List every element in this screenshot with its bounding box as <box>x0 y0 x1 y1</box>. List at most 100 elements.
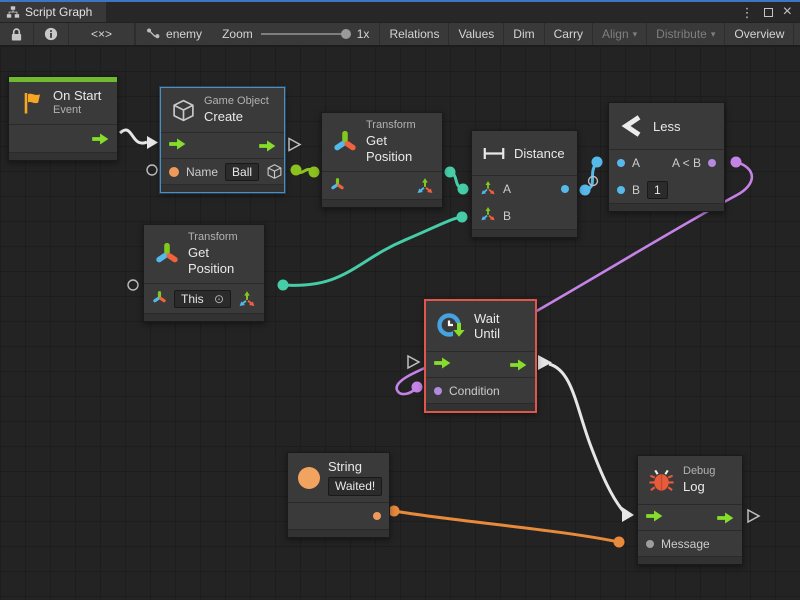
node-less[interactable]: Less A A < B B 1 <box>608 102 725 212</box>
align-dropdown[interactable]: Align▾ <box>592 23 646 45</box>
dim-button[interactable]: Dim <box>503 23 543 45</box>
string-value-field[interactable]: Waited! <box>328 477 382 496</box>
vector3-out-port[interactable] <box>416 177 434 195</box>
node-footer <box>426 403 535 411</box>
vector3-in-port-b[interactable] <box>480 206 496 225</box>
message-input-port[interactable] <box>646 540 654 548</box>
node-title: Create <box>204 109 269 125</box>
overview-button[interactable]: Overview <box>724 23 793 45</box>
zoom-label: Zoom <box>222 27 253 41</box>
lock-button[interactable] <box>0 23 34 45</box>
full-screen-button[interactable]: Full Screen <box>793 23 800 45</box>
graph-canvas[interactable]: On Start Event Game Object Create Name <box>0 46 800 600</box>
unconnected-flow-port[interactable] <box>289 139 300 151</box>
zoom-slider-handle[interactable] <box>341 29 351 39</box>
port-label: B <box>632 183 640 197</box>
tab-label: Script Graph <box>25 5 92 19</box>
lock-icon <box>10 27 23 42</box>
b-value-field[interactable]: 1 <box>647 181 668 199</box>
zoom-value: 1x <box>357 27 370 41</box>
cube-icon <box>171 98 196 123</box>
node-get-position-top[interactable]: Transform Get Position <box>321 112 443 208</box>
wire-string-to-message[interactable] <box>389 506 625 548</box>
node-subtitle: Event <box>53 104 101 118</box>
inspect-button[interactable] <box>34 23 69 45</box>
titlebar-spacer <box>106 2 732 22</box>
maximize-icon[interactable] <box>764 8 773 17</box>
result-out-port[interactable] <box>561 185 569 193</box>
name-field[interactable]: Ball <box>225 163 259 181</box>
tab-script-graph[interactable]: Script Graph <box>0 2 106 22</box>
node-debug-log[interactable]: Debug Log Message <box>637 455 743 565</box>
result-label: A < B <box>672 156 701 170</box>
flow-in-port[interactable] <box>646 510 663 525</box>
wire-getposition-to-distance-a[interactable] <box>445 167 469 195</box>
unconnected-value-port[interactable] <box>128 280 138 290</box>
transform-icon <box>154 241 180 267</box>
distance-icon <box>482 145 506 162</box>
node-string[interactable]: String Waited! <box>287 452 390 538</box>
flow-in-port[interactable] <box>434 357 451 372</box>
node-create[interactable]: Game Object Create Name Ball <box>160 87 285 193</box>
node-title: Get Position <box>188 245 254 278</box>
graph-name: enemy <box>166 27 202 41</box>
zoom-slider[interactable] <box>261 33 349 35</box>
flow-in-port[interactable] <box>169 138 186 153</box>
node-footer <box>161 184 284 192</box>
graph-breadcrumb[interactable]: enemy <box>136 23 212 45</box>
flow-arrow-icon <box>434 357 451 369</box>
transform-icon <box>330 177 345 192</box>
node-distance[interactable]: Distance A B <box>471 130 578 238</box>
node-footer <box>9 152 117 160</box>
wait-clock-icon <box>436 311 466 341</box>
carry-button[interactable]: Carry <box>544 23 592 45</box>
gameobject-out-port[interactable] <box>266 163 283 180</box>
wire-create-to-getposition[interactable] <box>291 165 320 178</box>
flow-out-port[interactable] <box>259 140 276 152</box>
node-footer <box>472 229 577 237</box>
flow-arrow-icon <box>259 140 276 152</box>
flow-arrow-icon <box>169 138 186 150</box>
flow-out-port[interactable] <box>510 359 527 371</box>
string-out-port[interactable] <box>373 512 381 520</box>
result-out-port[interactable] <box>708 159 716 167</box>
toolbar-buttons: Relations Values Dim Carry Align▾ Distri… <box>379 23 800 45</box>
wire-distance-to-less[interactable] <box>580 157 603 196</box>
b-input-port[interactable] <box>617 186 625 194</box>
unconnected-flow-port[interactable] <box>748 510 759 522</box>
distribute-dropdown[interactable]: Distribute▾ <box>646 23 724 45</box>
target-field[interactable]: This ⊙ <box>174 290 231 308</box>
name-input-port[interactable] <box>169 167 179 177</box>
vector3-icon <box>480 206 496 222</box>
code-preview-button[interactable]: <×> <box>69 23 135 45</box>
flow-out-port[interactable] <box>717 512 734 524</box>
port-label: Name <box>186 165 218 179</box>
port-label: Condition <box>449 384 500 398</box>
node-title: String <box>328 459 382 475</box>
wire-onstart-to-create[interactable] <box>120 130 158 149</box>
values-button[interactable]: Values <box>448 23 503 45</box>
unconnected-value-port[interactable] <box>147 165 157 175</box>
wire-waituntil-to-log[interactable] <box>538 355 634 522</box>
object-picker-icon[interactable]: ⊙ <box>214 292 224 306</box>
chevron-down-icon: ▾ <box>711 29 716 40</box>
node-category: Transform <box>366 119 432 133</box>
flow-out-port[interactable] <box>92 133 109 145</box>
transform-in-port[interactable] <box>152 290 167 308</box>
wire-getposition-to-distance-b[interactable] <box>278 212 468 291</box>
node-wait-until[interactable]: Wait Until Condition <box>424 299 537 413</box>
close-icon[interactable]: × <box>783 4 792 20</box>
unconnected-flow-port[interactable] <box>408 356 419 368</box>
vector3-out-port[interactable] <box>238 290 256 308</box>
relations-button[interactable]: Relations <box>379 23 448 45</box>
condition-input-port[interactable] <box>434 387 442 395</box>
a-input-port[interactable] <box>617 159 625 167</box>
node-get-position-bottom[interactable]: Transform Get Position This ⊙ <box>143 224 265 322</box>
vector3-icon <box>480 180 496 196</box>
node-on-start[interactable]: On Start Event <box>8 76 118 161</box>
transform-in-port[interactable] <box>330 177 345 195</box>
flow-arrow-icon <box>510 359 527 371</box>
vector3-in-port-a[interactable] <box>480 180 496 199</box>
window-menu-icon[interactable]: ⋮ <box>741 6 754 19</box>
flow-arrow-icon <box>92 133 109 145</box>
